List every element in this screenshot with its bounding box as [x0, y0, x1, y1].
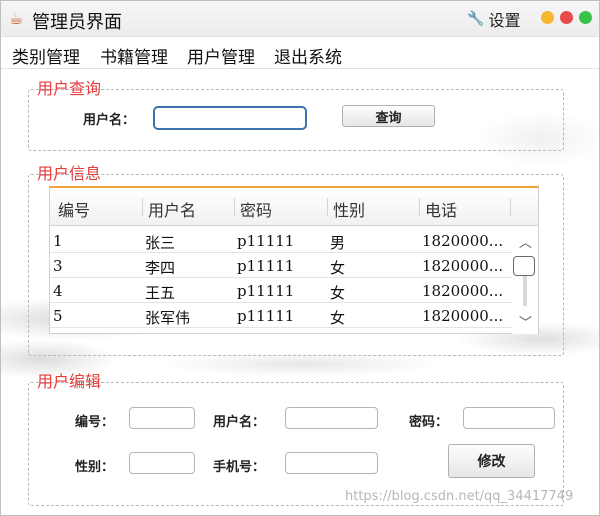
watermark-text: https://blog.csdn.net/qq_34417749	[345, 489, 574, 504]
cell-password: p11111	[237, 282, 295, 300]
cell-gender: 男	[330, 234, 346, 252]
column-header-username[interactable]: 用户名	[148, 197, 196, 221]
wrench-icon: 🔧	[467, 11, 485, 27]
chevron-up-icon[interactable]: ︿	[519, 232, 532, 251]
column-divider[interactable]	[419, 198, 420, 216]
cell-phone: 1820000...	[422, 232, 504, 250]
modify-button[interactable]: 修改	[448, 444, 535, 478]
cell-username: 王五	[145, 284, 176, 302]
user-table: 编号 用户名 密码 性别 电话 1 张三 p11111 男 1820000...…	[49, 186, 539, 334]
cell-username: 张军伟	[145, 309, 191, 327]
column-header-id[interactable]: 编号	[58, 197, 90, 221]
cell-password: p11111	[237, 232, 295, 250]
cell-id: 4	[53, 282, 63, 300]
table-row[interactable]: 4 王五 p11111 女 1820000...	[50, 278, 512, 303]
column-header-gender[interactable]: 性别	[333, 197, 365, 221]
edit-gender-input[interactable]	[129, 452, 195, 474]
edit-password-label: 密码：	[409, 415, 449, 430]
window-title: 管理员界面	[32, 12, 122, 33]
cell-id: 1	[53, 232, 63, 250]
cell-phone: 1820000...	[422, 307, 504, 325]
edit-gender-label: 性别：	[75, 460, 115, 475]
menu-bar: 类别管理 书籍管理 用户管理 退出系统	[1, 37, 599, 69]
title-bar: ☕ 管理员界面 🔧 设置	[1, 1, 599, 37]
table-header: 编号 用户名 密码 性别 电话	[50, 188, 538, 226]
edit-username-label: 用户名：	[213, 415, 266, 430]
table-row[interactable]: 5 张军伟 p11111 女 1820000...	[50, 303, 512, 328]
cell-gender: 女	[330, 284, 346, 302]
maximize-button[interactable]	[579, 11, 592, 24]
query-username-label: 用户名：	[83, 113, 136, 128]
table-row[interactable]: 3 李四 p11111 女 1820000...	[50, 253, 512, 278]
menu-book-management[interactable]: 书籍管理	[100, 43, 168, 68]
edit-id-label: 编号：	[75, 415, 115, 430]
query-username-input[interactable]	[153, 106, 307, 130]
column-header-password[interactable]: 密码	[240, 197, 272, 221]
column-divider[interactable]	[234, 198, 235, 216]
menu-category-management[interactable]: 类别管理	[12, 43, 80, 68]
menu-exit-system[interactable]: 退出系统	[274, 43, 342, 68]
cell-username: 张三	[145, 234, 176, 252]
table-scrollbar[interactable]: ︿ ﹀	[512, 226, 538, 334]
edit-username-input[interactable]	[285, 407, 378, 429]
cell-id: 5	[53, 307, 63, 325]
cell-gender: 女	[330, 259, 346, 277]
close-button[interactable]	[560, 11, 573, 24]
column-divider[interactable]	[142, 198, 143, 216]
user-info-legend: 用户信息	[37, 164, 102, 183]
cell-gender: 女	[330, 309, 346, 327]
admin-window: ☕ 管理员界面 🔧 设置 类别管理 书籍管理 用户管理 退出系统 用户查询 用户…	[0, 0, 600, 516]
settings-label: 设置	[488, 11, 521, 30]
chevron-down-icon[interactable]: ﹀	[519, 312, 532, 331]
user-edit-legend: 用户编辑	[37, 372, 102, 391]
edit-phone-label: 手机号：	[213, 460, 266, 475]
search-button[interactable]: 查询	[342, 105, 435, 127]
edit-phone-input[interactable]	[285, 452, 378, 474]
scrollbar-thumb[interactable]	[513, 256, 535, 276]
cell-password: p11111	[237, 307, 295, 325]
minimize-button[interactable]	[541, 11, 554, 24]
cell-id: 3	[53, 257, 63, 275]
cell-username: 李四	[145, 259, 176, 277]
table-row[interactable]: 1 张三 p11111 男 1820000...	[50, 228, 512, 253]
user-query-legend: 用户查询	[37, 79, 102, 98]
coffee-cup-icon: ☕	[9, 9, 24, 28]
cell-phone: 1820000...	[422, 257, 504, 275]
edit-id-input[interactable]	[129, 407, 195, 429]
column-divider[interactable]	[327, 198, 328, 216]
cell-phone: 1820000...	[422, 282, 504, 300]
column-header-phone[interactable]: 电话	[425, 197, 457, 221]
column-divider[interactable]	[510, 198, 511, 216]
edit-password-input[interactable]	[463, 407, 555, 429]
settings-button[interactable]: 🔧 设置	[467, 7, 520, 31]
cell-password: p11111	[237, 257, 295, 275]
menu-user-management[interactable]: 用户管理	[187, 43, 255, 68]
window-controls	[541, 11, 592, 24]
